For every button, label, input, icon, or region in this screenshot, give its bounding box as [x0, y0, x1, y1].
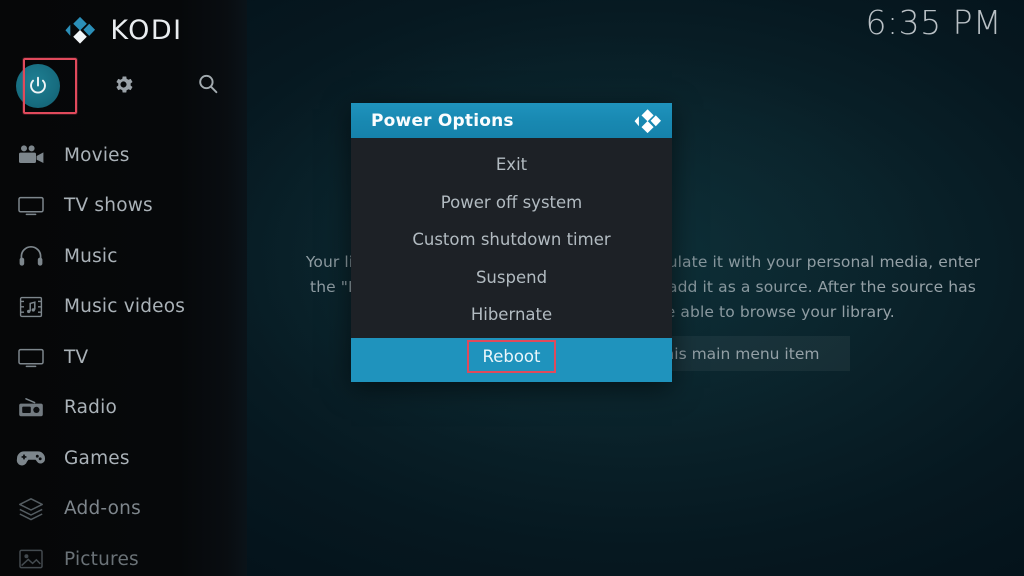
sidebar-item-tv-shows[interactable]: TV shows [0, 181, 247, 232]
pictures-icon [14, 546, 48, 572]
sidebar: KODI Movies TV shows Music Music videos … [0, 0, 247, 576]
sidebar-item-label: Music [64, 245, 118, 267]
dialog-header: Power Options [351, 103, 672, 138]
power-button[interactable] [12, 58, 77, 114]
headphones-icon [14, 243, 48, 269]
tv-icon [14, 344, 48, 370]
dialog-option-list: Exit Power off system Custom shutdown ti… [351, 138, 672, 376]
dialog-option-hibernate[interactable]: Hibernate [351, 296, 672, 334]
music-video-icon [14, 294, 48, 320]
sidebar-item-pictures[interactable]: Pictures [0, 534, 247, 576]
brand: KODI [0, 6, 247, 54]
sidebar-item-label: Movies [64, 144, 130, 166]
settings-button[interactable] [97, 60, 149, 112]
tv-icon [14, 193, 48, 219]
brand-label: KODI [110, 14, 183, 46]
dialog-option-exit[interactable]: Exit [351, 146, 672, 184]
sidebar-item-games[interactable]: Games [0, 433, 247, 484]
sidebar-item-label: TV [64, 346, 89, 368]
sidebar-item-music[interactable]: Music [0, 231, 247, 282]
gear-icon [112, 73, 135, 100]
sidebar-item-label: Radio [64, 397, 117, 419]
dialog-option-reboot[interactable]: Reboot [351, 337, 672, 376]
sidebar-item-label: Add-ons [64, 498, 141, 520]
option-label: Suspend [475, 267, 548, 287]
clock: 6:35 PM [865, 3, 1002, 42]
kodi-logo-icon [64, 15, 97, 45]
radio-icon [14, 395, 48, 421]
option-label: Reboot [467, 340, 556, 373]
kodi-home-screen: Your library is currently empty. In orde… [0, 0, 1024, 576]
sidebar-item-label: Games [64, 447, 130, 469]
dialog-option-suspend[interactable]: Suspend [351, 259, 672, 297]
dialog-title: Power Options [371, 110, 514, 131]
sidebar-item-label: TV shows [64, 195, 153, 217]
option-label: Hibernate [470, 305, 553, 325]
search-icon [196, 72, 220, 100]
sidebar-item-music-videos[interactable]: Music videos [0, 282, 247, 333]
dialog-footer [351, 375, 672, 382]
dialog-option-power-off-system[interactable]: Power off system [351, 184, 672, 222]
kodi-logo-icon [633, 108, 663, 134]
sidebar-item-label: Music videos [64, 296, 186, 318]
option-label: Custom shutdown timer [412, 230, 611, 250]
power-options-dialog: Power Options Exit Power off system Cust… [351, 103, 672, 382]
gamepad-icon [14, 445, 48, 471]
sidebar-item-movies[interactable]: Movies [0, 130, 247, 181]
search-button[interactable] [182, 60, 234, 112]
sidebar-menu: Movies TV shows Music Music videos TV Ra… [0, 130, 247, 576]
sidebar-item-radio[interactable]: Radio [0, 383, 247, 434]
sidebar-item-add-ons[interactable]: Add-ons [0, 484, 247, 535]
sidebar-item-label: Pictures [64, 548, 139, 570]
movie-camera-icon [14, 142, 48, 168]
sidebar-toolbar [0, 58, 247, 114]
dialog-option-custom-shutdown-timer[interactable]: Custom shutdown timer [351, 221, 672, 259]
power-icon [16, 64, 60, 108]
sidebar-item-tv[interactable]: TV [0, 332, 247, 383]
option-label: Power off system [440, 192, 583, 212]
option-label: Exit [495, 155, 528, 175]
addon-box-icon [14, 496, 48, 522]
